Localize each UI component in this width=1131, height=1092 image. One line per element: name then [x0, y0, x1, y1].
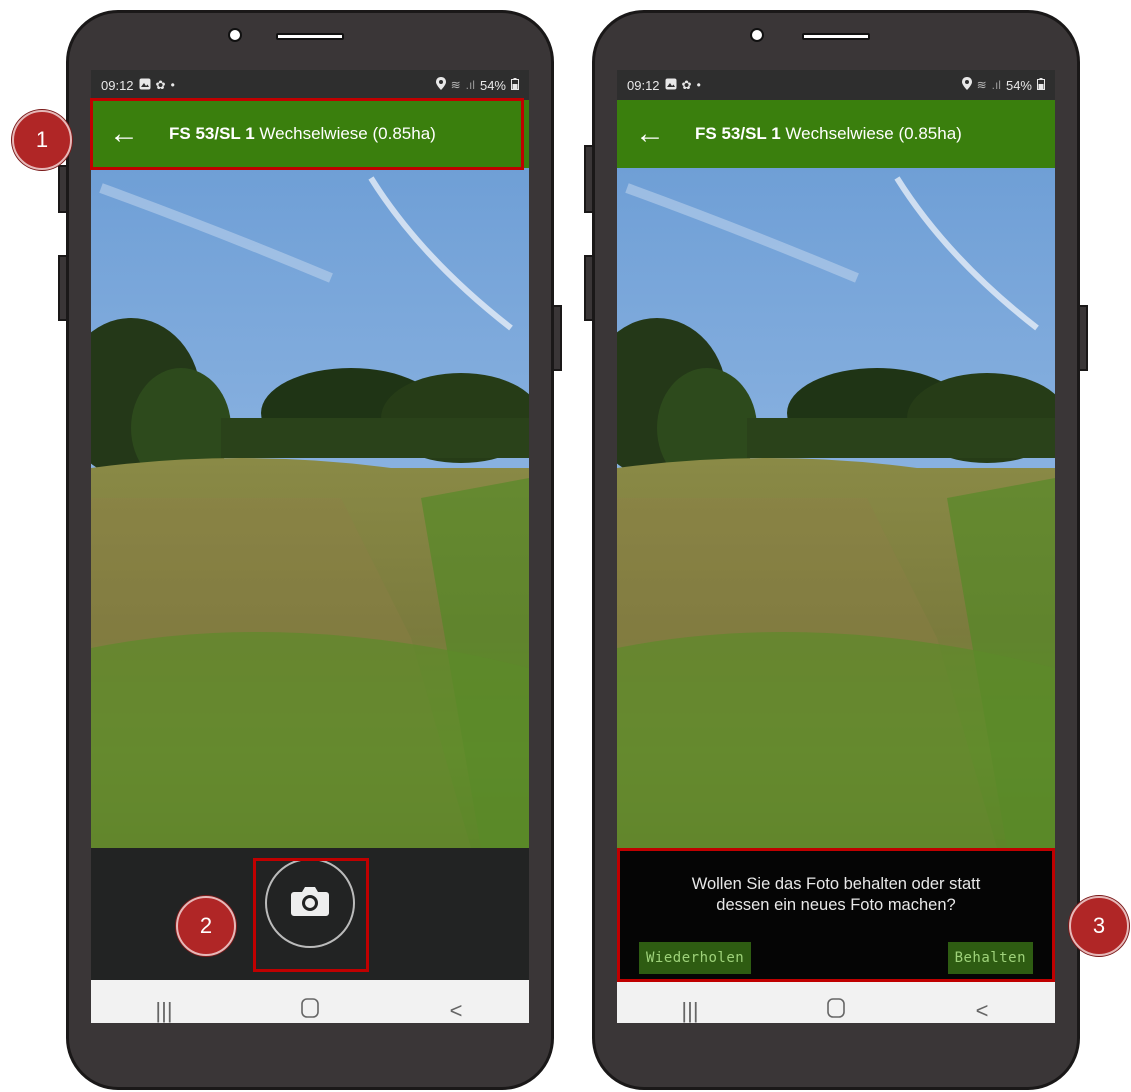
highlight-app-bar — [90, 98, 524, 170]
arrow-left-icon[interactable]: ← — [635, 119, 681, 149]
camera-preview — [91, 168, 529, 848]
app-bar: ← FS 53/SL 1 Wechselwiese (0.85ha) — [617, 100, 1055, 168]
gear-icon: ✿ — [681, 78, 692, 92]
home-button[interactable] — [806, 997, 866, 1023]
speaker-grille — [802, 33, 870, 40]
home-button[interactable] — [280, 997, 340, 1023]
recents-button[interactable]: ||| — [134, 998, 194, 1023]
page-title: FS 53/SL 1 Wechselwiese (0.85ha) — [695, 124, 962, 144]
signal-icon: .ıl — [991, 78, 1001, 92]
battery-icon — [511, 77, 519, 93]
dot-icon: • — [170, 78, 175, 92]
back-button[interactable]: < — [426, 998, 486, 1023]
status-bar: 09:12 ✿ • ≋ .ıl 54% — [91, 70, 529, 100]
field-name: Wechselwiese (0.85ha) — [785, 124, 962, 143]
highlight-dialog — [617, 848, 1055, 982]
status-time: 09:12 — [101, 77, 134, 93]
battery-icon — [1037, 77, 1045, 93]
wifi-icon: ≋ — [976, 78, 987, 92]
location-icon — [961, 77, 972, 93]
front-camera-icon — [750, 28, 764, 42]
front-camera-icon — [228, 28, 242, 42]
highlight-shutter — [253, 858, 369, 972]
gallery-icon — [139, 78, 151, 93]
recents-button[interactable]: ||| — [660, 998, 720, 1023]
signal-icon: .ıl — [465, 78, 475, 92]
callout-marker-1: 1 — [12, 110, 72, 170]
dot-icon: • — [696, 78, 701, 92]
location-icon — [435, 77, 446, 93]
captured-photo — [617, 168, 1055, 848]
callout-marker-3: 3 — [1069, 896, 1129, 956]
gear-icon: ✿ — [155, 78, 166, 92]
system-nav-bar: ||| < — [91, 980, 529, 1023]
speaker-grille — [276, 33, 344, 40]
battery-percent: 54% — [1005, 77, 1032, 93]
status-bar: 09:12 ✿ • ≋ .ıl 54% — [617, 70, 1055, 100]
battery-percent: 54% — [479, 77, 506, 93]
system-nav-bar: ||| < — [617, 980, 1055, 1023]
field-id: FS 53/SL 1 — [695, 124, 781, 143]
callout-marker-2: 2 — [176, 896, 236, 956]
gallery-icon — [665, 78, 677, 93]
wifi-icon: ≋ — [450, 78, 461, 92]
status-time: 09:12 — [627, 77, 660, 93]
back-button[interactable]: < — [952, 998, 1012, 1023]
